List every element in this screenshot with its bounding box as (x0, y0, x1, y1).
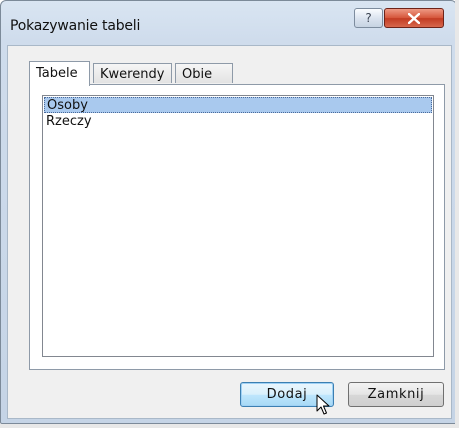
help-button[interactable]: ? (354, 8, 383, 28)
list-item-rzeczy[interactable]: Rzeczy (44, 114, 432, 130)
dialog-title: Pokazywanie tabeli (10, 18, 141, 34)
tab-label: Tabele (36, 66, 78, 81)
tab-panel-tabele: Osoby Rzeczy (29, 84, 445, 370)
tab-tabele[interactable]: Tabele (29, 61, 90, 86)
tab-obie[interactable]: Obie (175, 63, 233, 83)
window-shadow-bottom (0, 424, 459, 428)
close-button-label: Zamknij (367, 387, 425, 402)
tab-label: Obie (182, 67, 213, 82)
tab-kwerendy[interactable]: Kwerendy (93, 63, 172, 83)
mouse-pointer-icon (316, 394, 330, 415)
help-icon: ? (365, 11, 372, 25)
close-icon (408, 12, 420, 24)
window-shadow-right (455, 0, 459, 428)
close-button[interactable]: Zamknij (348, 382, 444, 407)
list-item-label: Osoby (47, 98, 88, 113)
tab-label: Kwerendy (100, 67, 165, 82)
table-list[interactable]: Osoby Rzeczy (42, 95, 434, 357)
add-button-label: Dodaj (266, 387, 308, 402)
close-window-button[interactable] (384, 8, 444, 28)
list-item-label: Rzeczy (46, 114, 92, 129)
list-item-osoby[interactable]: Osoby (44, 97, 432, 113)
